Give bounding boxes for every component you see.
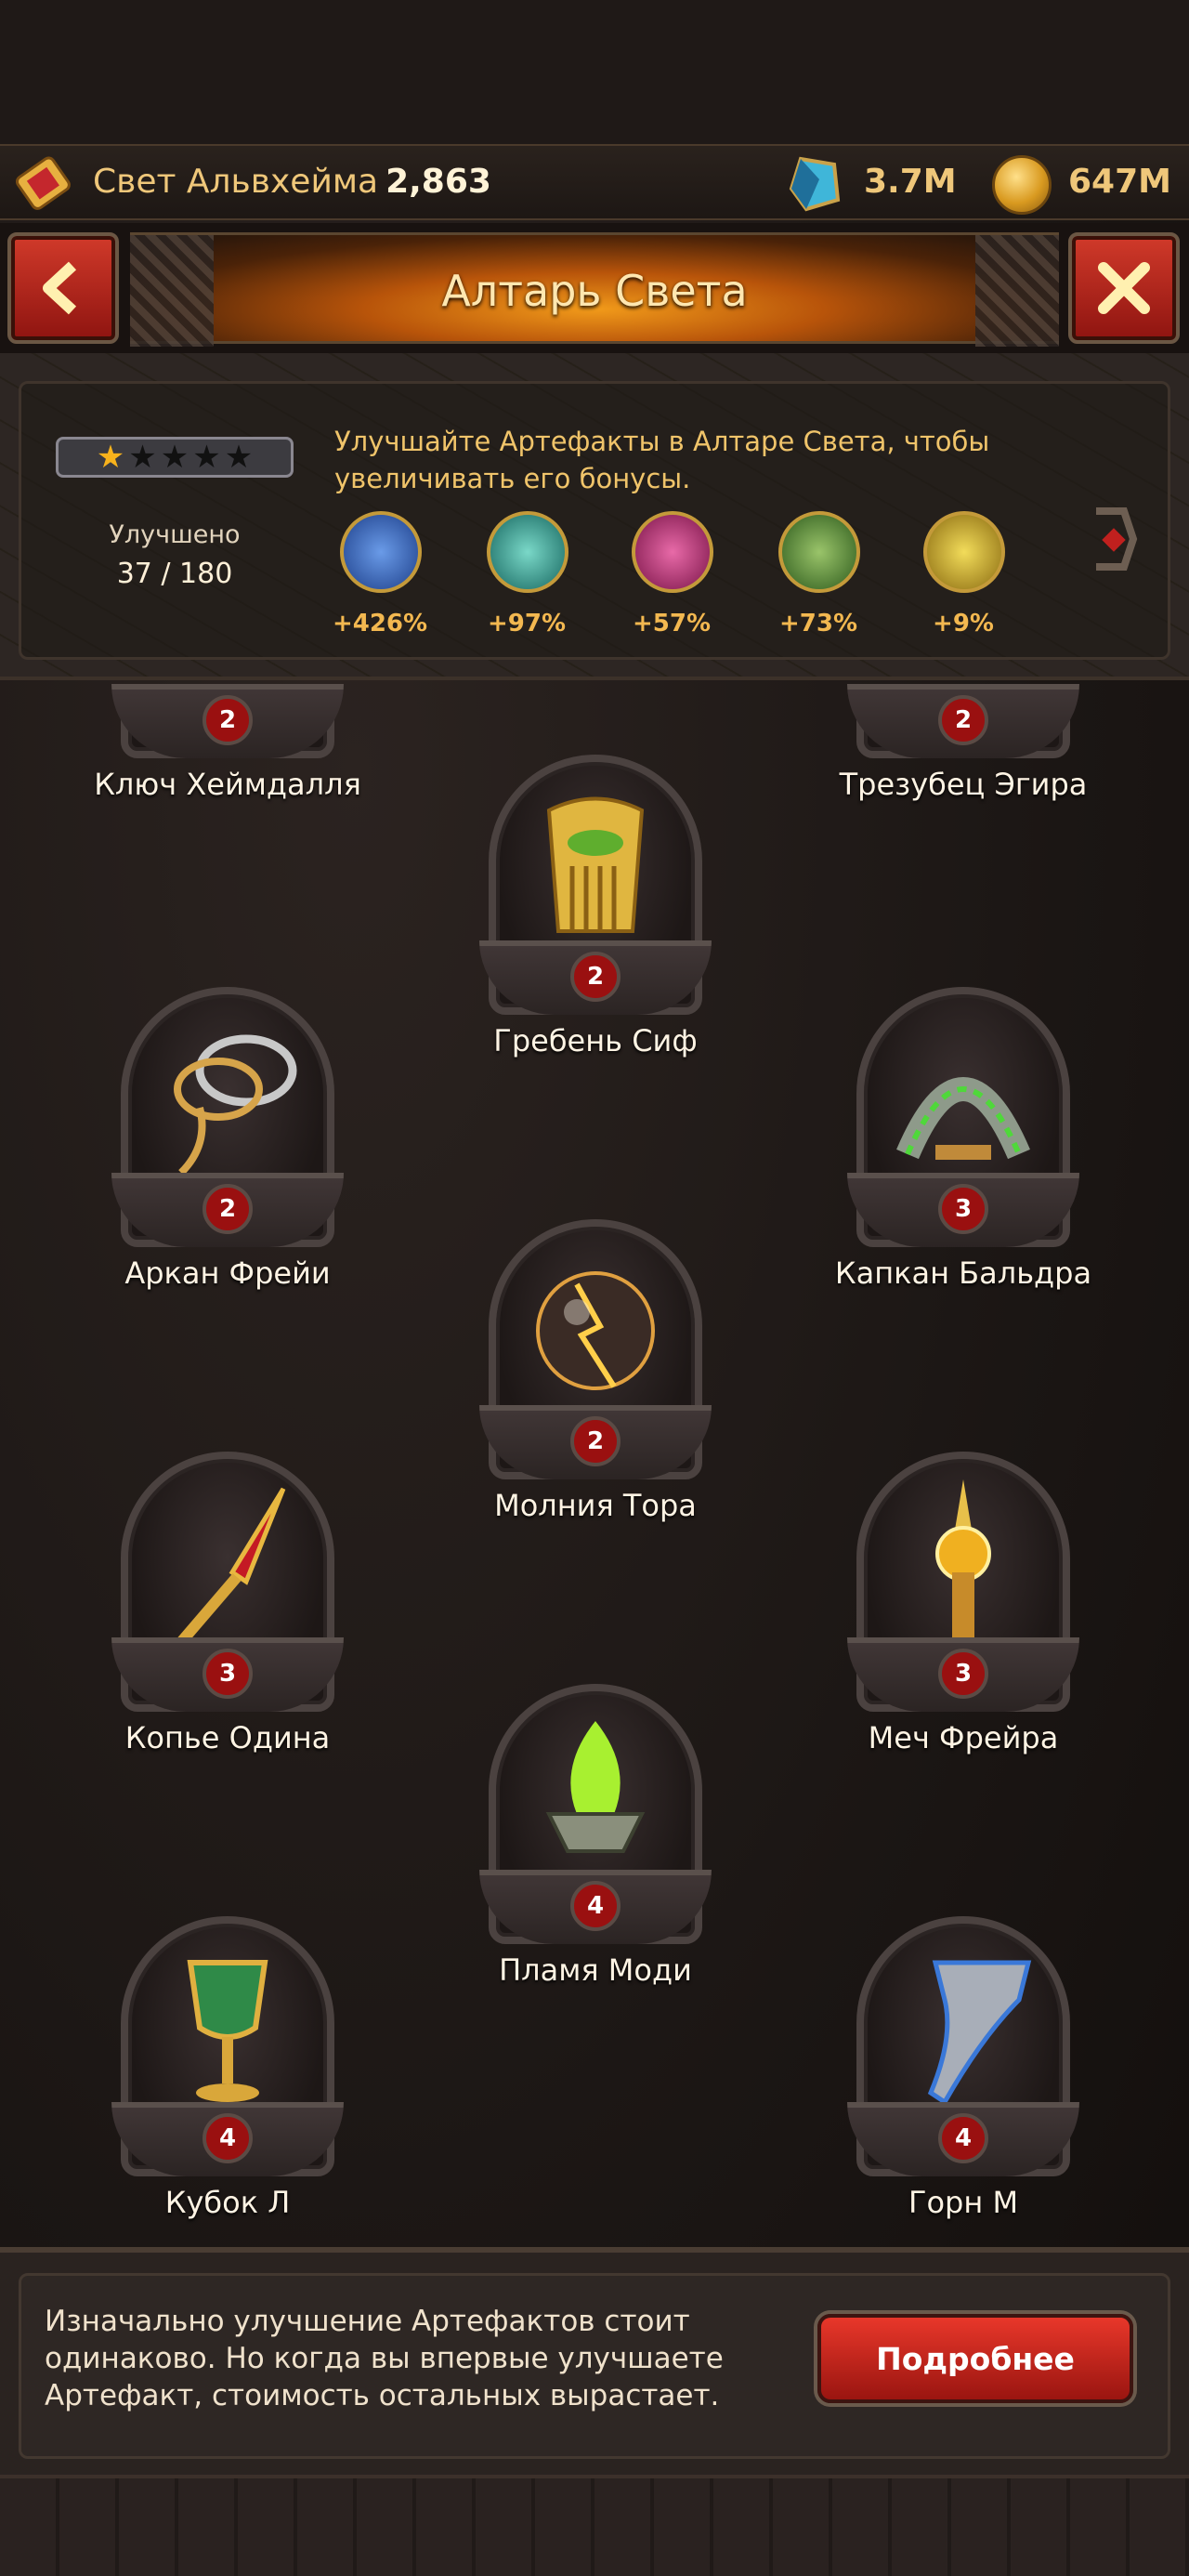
lasso-icon [174, 1034, 297, 1176]
star-icon: ★ [128, 439, 157, 476]
catapult-icon [923, 511, 1005, 593]
close-button[interactable] [1068, 232, 1180, 344]
bonus-item[interactable]: +97% [476, 511, 578, 637]
bonus-value: +97% [487, 610, 567, 637]
artifact-name: Капкан Бальдра [834, 1255, 1092, 1291]
artifact-card[interactable]: 2 Гребень Сиф [479, 755, 712, 1071]
artifact-name: Молния Тора [494, 1488, 697, 1523]
horn-icon [927, 1960, 1032, 2106]
level-badge: 2 [203, 695, 253, 745]
altar-of-light-screen: Свет Альвхейма 2,863 3.7M 647M Алтарь Све… [0, 0, 1189, 2576]
artifact-name: Гребень Сиф [493, 1023, 698, 1058]
bonus-item[interactable]: +73% [767, 511, 869, 637]
crystal-count: 3.7M [864, 163, 957, 201]
altar-description: Улучшайте Артефакты в Алтаре Света, чтоб… [334, 426, 990, 494]
bonus-value: +9% [933, 610, 994, 637]
artifact-card[interactable]: 3 Копье Одина [111, 1452, 344, 1768]
bonus-item[interactable]: +426% [329, 511, 431, 637]
light-resource: Свет Альвхейма 2,863 [93, 163, 491, 201]
status-area [0, 0, 1189, 144]
bottom-border [0, 2475, 1189, 2576]
bonus-value: +426% [332, 610, 428, 637]
bonus-value: +57% [632, 610, 712, 637]
level-badge: 2 [203, 1184, 253, 1234]
level-badge: 3 [938, 1649, 988, 1699]
star-rating: ★ ★ ★ ★ ★ [56, 437, 294, 478]
artifact-card[interactable]: 2 Аркан Фрейи [111, 987, 344, 1303]
artifact-name: Пламя Моди [499, 1952, 692, 1988]
title-bar: Алтарь Света [0, 223, 1189, 353]
upgraded-label: Улучшено [109, 520, 241, 549]
artifact-name: Аркан Фрейи [124, 1255, 331, 1291]
level-badge: 4 [938, 2113, 988, 2163]
goblet-icon [187, 1960, 268, 2102]
artifact-name: Ключ Хеймдалля [94, 767, 361, 802]
footer-text: Изначально улучшение Артефактов стоит од… [45, 2305, 724, 2412]
artifact-name: Кубок Л [164, 2185, 291, 2220]
artifact-name: Трезубец Эгира [839, 767, 1088, 802]
warrior-helmet-icon [340, 511, 422, 593]
star-icon: ★ [224, 439, 254, 476]
artifact-card[interactable]: 2 Молния Тора [479, 1219, 712, 1535]
title-banner: Алтарь Света [130, 232, 1059, 347]
more-info-button[interactable]: Подробнее [817, 2314, 1133, 2403]
knot-ornament-icon [1096, 507, 1138, 571]
star-icon: ★ [192, 439, 221, 476]
viking-helmet-icon [487, 511, 568, 593]
comb-icon [546, 796, 645, 933]
light-resource-value: 2,863 [385, 163, 491, 201]
spear-icon [176, 1487, 286, 1646]
artifact-name: Горн М [908, 2185, 1019, 2220]
artifact-grid: 2 Ключ Хеймдалля 2 Трезубец Эгира 2 Греб… [0, 684, 1189, 2245]
bonus-item[interactable]: +9% [912, 511, 1014, 637]
barbarian-icon [778, 511, 860, 593]
level-badge: 2 [570, 1416, 621, 1466]
bonus-value: +73% [778, 610, 858, 637]
chevron-left-icon [43, 261, 77, 315]
artifact-card[interactable]: 2 Трезубец Эгира [840, 684, 1087, 814]
level-badge: 3 [938, 1184, 988, 1234]
star-icon: ★ [160, 439, 189, 476]
sorceress-icon [632, 511, 713, 593]
light-resource-label: Свет Альвхейма [93, 163, 379, 201]
upgraded-count: 37 / 180 [116, 558, 233, 590]
lightning-orb-icon [536, 1271, 655, 1390]
level-badge: 3 [203, 1649, 253, 1699]
artifact-card[interactable]: 4 Пламя Моди [479, 1684, 712, 2000]
artifact-name: Копье Одина [124, 1720, 331, 1755]
resource-bar: Свет Альвхейма 2,863 3.7M 647M [0, 144, 1189, 220]
artifact-name: Меч Фрейра [868, 1720, 1059, 1755]
artifact-card[interactable]: 4 Кубок Л [111, 1916, 344, 2232]
artifact-card[interactable]: 2 Ключ Хеймдалля [94, 684, 361, 814]
coin-count: 647M [1068, 163, 1171, 201]
back-button[interactable] [7, 232, 119, 344]
bonus-item[interactable]: +57% [621, 511, 723, 637]
page-title: Алтарь Света [441, 266, 748, 316]
level-badge: 4 [570, 1881, 621, 1931]
crystal-icon[interactable] [782, 151, 847, 217]
trap-icon [896, 1077, 1030, 1160]
star-icon: ★ [96, 439, 125, 476]
close-icon [1098, 262, 1150, 314]
scroll-icon [15, 156, 71, 210]
flame-brazier-icon [545, 1721, 646, 1853]
artifact-card[interactable]: 3 Капкан Бальдра [835, 987, 1091, 1303]
coin-icon[interactable] [992, 155, 1052, 215]
artifact-card[interactable]: 3 Меч Фрейра [847, 1452, 1079, 1768]
level-badge: 2 [938, 695, 988, 745]
level-badge: 2 [570, 952, 621, 1002]
level-badge: 4 [203, 2113, 253, 2163]
artifact-card[interactable]: 4 Горн М [847, 1916, 1079, 2232]
sword-icon [935, 1479, 991, 1645]
